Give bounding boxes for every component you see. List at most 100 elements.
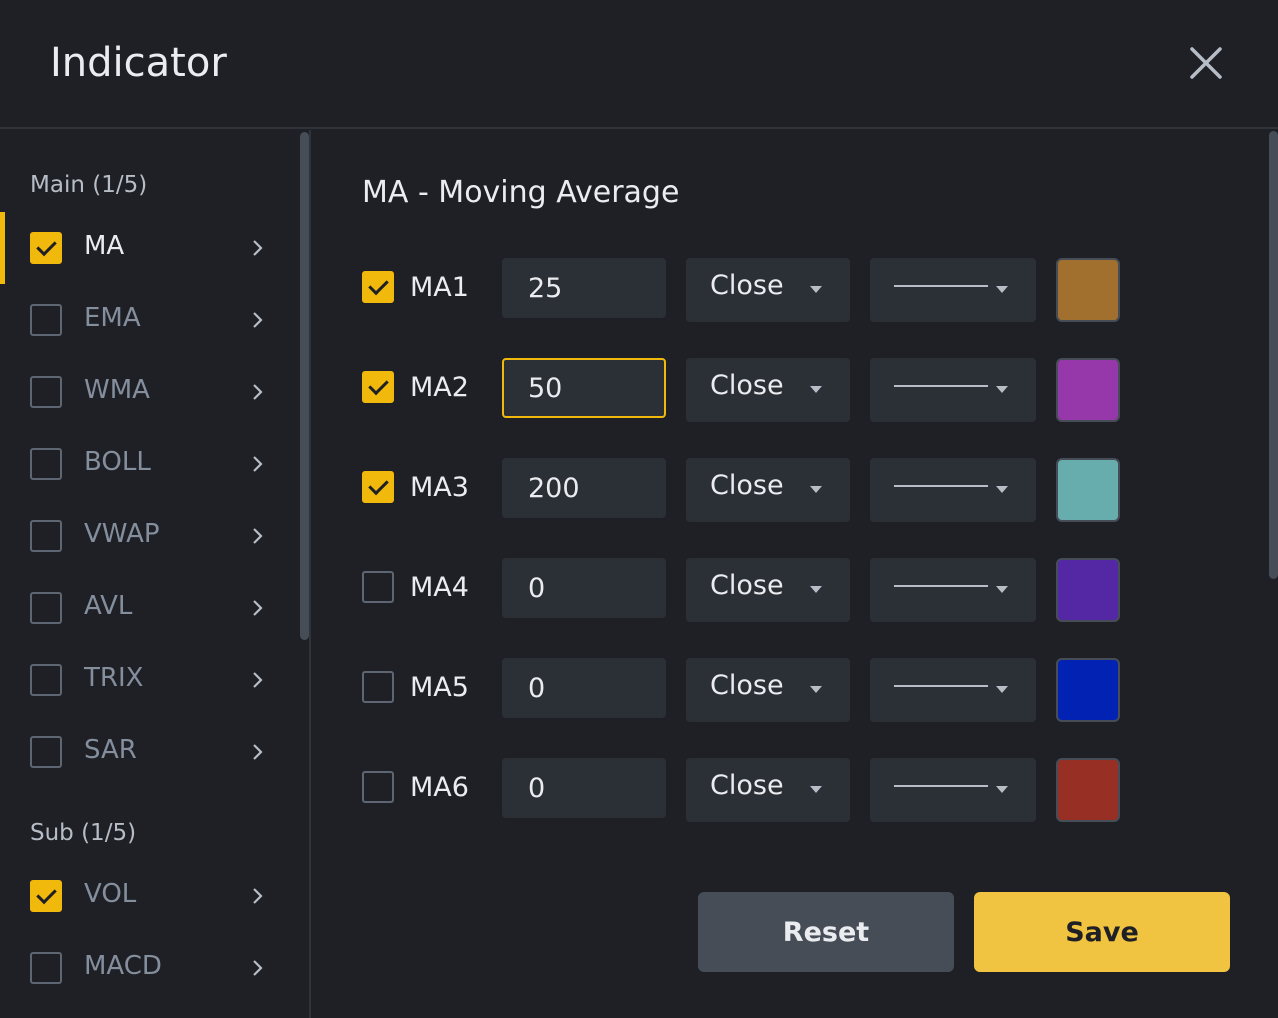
solid-line-icon: [894, 785, 988, 787]
ma3-checkbox[interactable]: [362, 471, 394, 503]
macd-checkbox[interactable]: [30, 952, 62, 984]
ma-row-label: MA5: [410, 672, 469, 703]
ma1-line-style-select[interactable]: [870, 258, 1036, 322]
trix-checkbox[interactable]: [30, 664, 62, 696]
caret-down-icon: [810, 286, 822, 293]
indicator-dialog: Indicator Main (1/5) MA EMA WMA BOLL VWA…: [0, 0, 1278, 1018]
solid-line-icon: [894, 485, 988, 487]
caret-down-icon: [810, 786, 822, 793]
sidebar-item-label: EMA: [84, 303, 141, 333]
indicator-sidebar: Main (1/5) MA EMA WMA BOLL VWAP AVL TRIX…: [0, 130, 311, 1018]
sidebar-item-wma[interactable]: WMA: [0, 356, 298, 428]
ma-row: MA2 Close: [362, 358, 1122, 424]
sidebar-item-sar[interactable]: SAR: [0, 716, 298, 788]
ma4-color-swatch[interactable]: [1056, 558, 1120, 622]
ma6-checkbox[interactable]: [362, 771, 394, 803]
ma5-source-select[interactable]: Close: [686, 658, 850, 722]
ma4-line-style-select[interactable]: [870, 558, 1036, 622]
ma5-checkbox[interactable]: [362, 671, 394, 703]
ma-row: MA6 Close: [362, 758, 1122, 824]
ma6-length-input[interactable]: [502, 758, 666, 818]
save-button[interactable]: Save: [974, 892, 1230, 972]
ma2-source-select[interactable]: Close: [686, 358, 850, 422]
ma6-line-style-select[interactable]: [870, 758, 1036, 822]
sidebar-item-ema[interactable]: EMA: [0, 284, 298, 356]
chevron-right-icon: [253, 600, 263, 616]
sidebar-item-label: VOL: [84, 879, 137, 909]
ma6-color-swatch[interactable]: [1056, 758, 1120, 822]
ma6-source-select[interactable]: Close: [686, 758, 850, 822]
sidebar-item-trix[interactable]: TRIX: [0, 644, 298, 716]
source-select-value: Close: [710, 370, 784, 401]
caret-down-icon: [810, 386, 822, 393]
caret-down-icon: [996, 686, 1008, 693]
ma-checkbox[interactable]: [30, 232, 62, 264]
panel-scrollbar[interactable]: [1269, 131, 1278, 579]
ma3-color-swatch[interactable]: [1056, 458, 1120, 522]
vwap-checkbox[interactable]: [30, 520, 62, 552]
sidebar-item-label: MA: [84, 231, 125, 261]
wma-checkbox[interactable]: [30, 376, 62, 408]
source-select-value: Close: [710, 470, 784, 501]
sidebar-item-macd[interactable]: MACD: [0, 932, 298, 1004]
caret-down-icon: [996, 486, 1008, 493]
ma-row: MA4 Close: [362, 558, 1122, 624]
sidebar-item-ma[interactable]: MA: [0, 212, 298, 284]
sidebar-item-label: VWAP: [84, 519, 160, 549]
sidebar-item-vwap[interactable]: VWAP: [0, 500, 298, 572]
caret-down-icon: [996, 386, 1008, 393]
chevron-right-icon: [253, 240, 263, 256]
chevron-right-icon: [253, 384, 263, 400]
source-select-value: Close: [710, 270, 784, 301]
solid-line-icon: [894, 385, 988, 387]
source-select-value: Close: [710, 670, 784, 701]
ma4-source-select[interactable]: Close: [686, 558, 850, 622]
caret-down-icon: [810, 486, 822, 493]
sidebar-item-label: BOLL: [84, 447, 151, 477]
ma1-checkbox[interactable]: [362, 271, 394, 303]
ma1-length-input[interactable]: [502, 258, 666, 318]
ma5-color-swatch[interactable]: [1056, 658, 1120, 722]
avl-checkbox[interactable]: [30, 592, 62, 624]
ma5-length-input[interactable]: [502, 658, 666, 718]
ma2-checkbox[interactable]: [362, 371, 394, 403]
caret-down-icon: [810, 686, 822, 693]
sar-checkbox[interactable]: [30, 736, 62, 768]
ma-row-label: MA1: [410, 272, 469, 303]
ma3-length-input[interactable]: [502, 458, 666, 518]
ma1-color-swatch[interactable]: [1056, 258, 1120, 322]
ma1-source-select[interactable]: Close: [686, 258, 850, 322]
ma3-line-style-select[interactable]: [870, 458, 1036, 522]
sidebar-item-label: WMA: [84, 375, 150, 405]
sidebar-scrollbar[interactable]: [300, 132, 309, 640]
solid-line-icon: [894, 585, 988, 587]
sidebar-item-label: MACD: [84, 951, 162, 981]
solid-line-icon: [894, 285, 988, 287]
ma-row: MA1 Close: [362, 258, 1122, 324]
panel-title: MA - Moving Average: [362, 175, 680, 210]
sidebar-item-avl[interactable]: AVL: [0, 572, 298, 644]
ma4-checkbox[interactable]: [362, 571, 394, 603]
ma2-line-style-select[interactable]: [870, 358, 1036, 422]
solid-line-icon: [894, 685, 988, 687]
vol-checkbox[interactable]: [30, 880, 62, 912]
ma-row-label: MA6: [410, 772, 469, 803]
ma2-color-swatch[interactable]: [1056, 358, 1120, 422]
boll-checkbox[interactable]: [30, 448, 62, 480]
caret-down-icon: [996, 786, 1008, 793]
chevron-right-icon: [253, 888, 263, 904]
sidebar-item-vol[interactable]: VOL: [0, 860, 298, 932]
ma3-source-select[interactable]: Close: [686, 458, 850, 522]
ma-row-label: MA2: [410, 372, 469, 403]
caret-down-icon: [996, 586, 1008, 593]
close-icon[interactable]: [1186, 43, 1226, 83]
source-select-value: Close: [710, 570, 784, 601]
ema-checkbox[interactable]: [30, 304, 62, 336]
ma2-length-input[interactable]: [502, 358, 666, 418]
ma5-line-style-select[interactable]: [870, 658, 1036, 722]
ma4-length-input[interactable]: [502, 558, 666, 618]
sidebar-item-boll[interactable]: BOLL: [0, 428, 298, 500]
reset-button[interactable]: Reset: [698, 892, 954, 972]
sidebar-item-label: SAR: [84, 735, 137, 765]
sub-group-label: Sub (1/5): [30, 820, 137, 846]
